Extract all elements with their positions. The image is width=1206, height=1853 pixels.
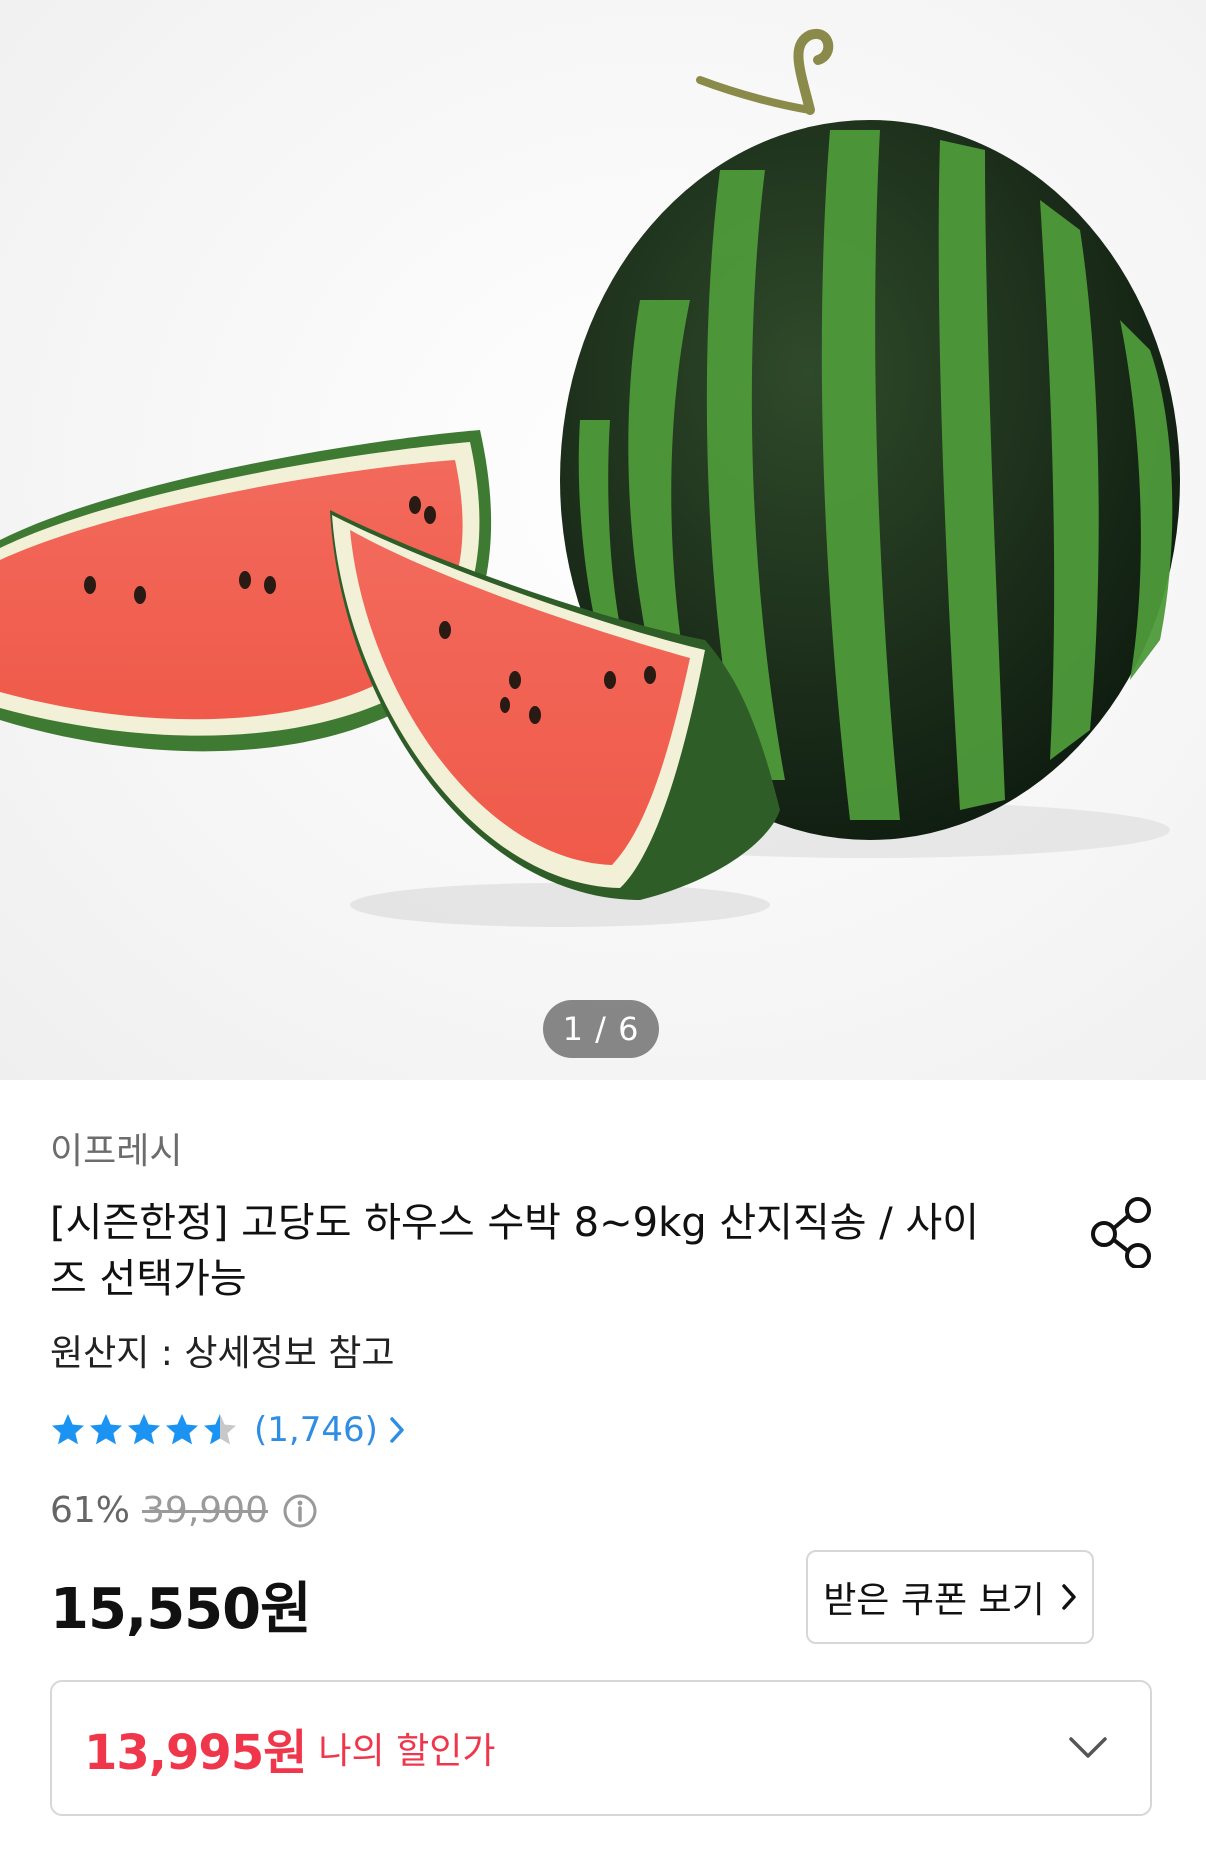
view-coupons-button[interactable]: 받은 쿠폰 보기 <box>806 1550 1094 1644</box>
chevron-right-icon <box>390 1417 404 1443</box>
star-icon <box>204 1414 236 1445</box>
star-icon <box>90 1414 122 1445</box>
chevron-down-icon <box>1069 1737 1107 1758</box>
my-discount-price: 13,995원 <box>84 1725 307 1781</box>
star-icon <box>166 1414 198 1445</box>
rating-review-link[interactable]: (1,746) <box>50 1407 406 1453</box>
product-image-gallery[interactable]: 1 / 6 <box>0 0 1206 1080</box>
product-title: [시즌한정] 고당도 하우스 수박 8~9kg 산지직송 / 사이즈 선택가능 <box>50 1200 980 1302</box>
rating-stars <box>50 1412 240 1448</box>
coupon-button-label: 받은 쿠폰 보기 <box>823 1580 1045 1621</box>
review-count: (1,746) <box>254 1410 378 1450</box>
my-discount-label: 나의 할인가 <box>318 1731 496 1772</box>
brand-name[interactable]: 이프레시 <box>50 1122 182 1174</box>
original-price: 39,900 <box>142 1490 268 1531</box>
sale-price: 15,550원 <box>50 1577 312 1642</box>
origin-info: 원산지 : 상세정보 참고 <box>50 1333 395 1374</box>
my-discount-price-dropdown[interactable]: 13,995원 나의 할인가 <box>50 1680 1152 1816</box>
star-icon <box>52 1414 84 1445</box>
share-button[interactable] <box>1088 1196 1154 1269</box>
image-pager: 1 / 6 <box>543 1000 659 1058</box>
star-icon <box>128 1414 160 1445</box>
chevron-right-icon <box>1062 1584 1076 1610</box>
discount-row: 61% 39,900 <box>50 1490 318 1531</box>
discount-rate: 61% <box>50 1490 131 1531</box>
watermelon-product-image <box>0 28 1180 927</box>
info-circle-icon[interactable] <box>282 1493 318 1529</box>
share-icon <box>1091 1197 1151 1269</box>
